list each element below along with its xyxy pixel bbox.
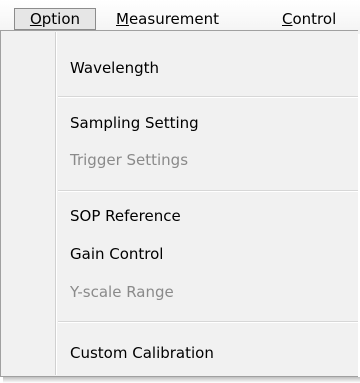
menu-separator bbox=[58, 190, 358, 191]
menu-item-trigger-settings: Trigger Settings bbox=[70, 151, 189, 169]
menu-control[interactable]: Control bbox=[282, 8, 336, 30]
menu-separator bbox=[58, 321, 358, 322]
option-dropdown-menu bbox=[0, 30, 358, 377]
menu-measurement[interactable]: Measurement bbox=[116, 8, 219, 30]
menu-bar: Option Measurement Control bbox=[0, 0, 360, 34]
menu-item-sop-reference[interactable]: SOP Reference bbox=[70, 205, 181, 227]
menu-item-sampling-setting[interactable]: Sampling Setting bbox=[70, 112, 199, 134]
menu-item-y-scale-range: Y-scale Range bbox=[70, 283, 174, 301]
icon-gutter-divider bbox=[55, 32, 56, 375]
menu-option[interactable]: Option bbox=[14, 8, 96, 30]
menu-measurement-mnemonic: M bbox=[116, 10, 129, 28]
menu-control-mnemonic: C bbox=[282, 10, 293, 28]
menu-option-label: ption bbox=[41, 10, 81, 28]
menu-measurement-label: easurement bbox=[128, 10, 219, 28]
menu-separator bbox=[58, 96, 358, 97]
menu-item-gain-control[interactable]: Gain Control bbox=[70, 243, 163, 265]
menu-item-custom-calibration[interactable]: Custom Calibration bbox=[70, 342, 214, 364]
menu-control-label: ontrol bbox=[292, 10, 337, 28]
menu-shadow bbox=[3, 377, 360, 383]
menu-option-mnemonic: O bbox=[29, 10, 42, 28]
menu-item-wavelength[interactable]: Wavelength bbox=[70, 57, 159, 79]
